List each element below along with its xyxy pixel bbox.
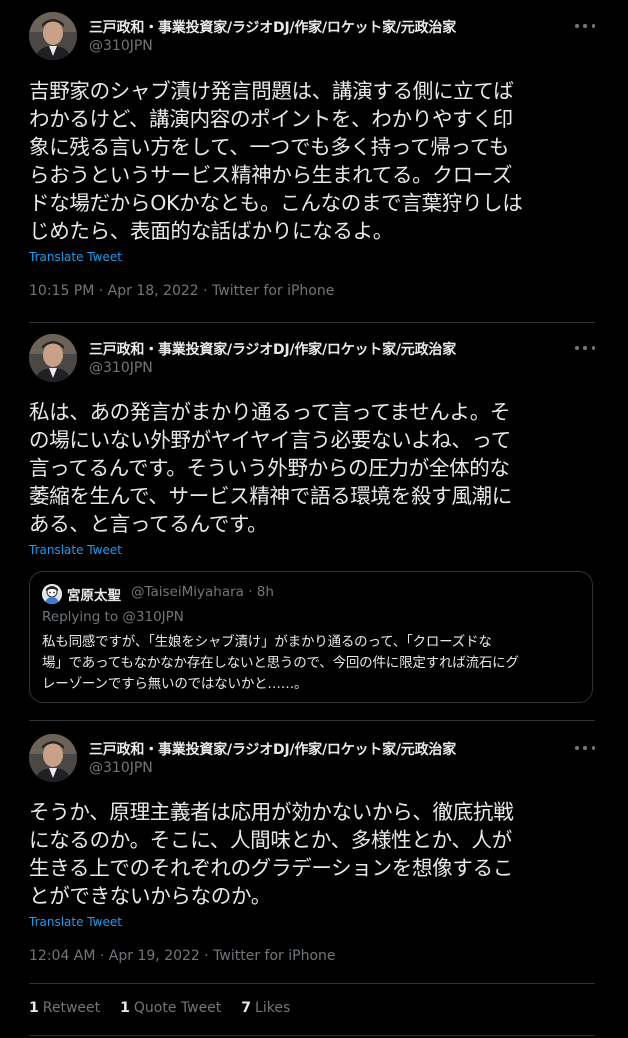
translate-tweet-link[interactable]: Translate Tweet bbox=[29, 543, 122, 557]
engagement-stats: 1 Retweet 1 Quote Tweet 7 Likes bbox=[29, 1000, 290, 1016]
avatar[interactable] bbox=[29, 12, 77, 60]
translate-tweet-link[interactable]: Translate Tweet bbox=[29, 915, 122, 929]
retweets-stat[interactable]: 1 Retweet bbox=[29, 1000, 100, 1016]
quote-author-name[interactable]: 宮原太聖 bbox=[67, 584, 121, 604]
more-icon[interactable] bbox=[574, 741, 596, 755]
author-name[interactable]: 三戸政和・事業投資家/ラジオDJ/作家/ロケット家/元政治家 bbox=[89, 339, 456, 359]
quote-author-avatar[interactable] bbox=[42, 584, 62, 604]
divider bbox=[29, 720, 595, 721]
tweet-text: 私は、あの発言がまかり通るって言ってませんよ。そ の場にいない外野がヤイヤイ言う… bbox=[29, 400, 512, 536]
retweets-count: 1 bbox=[29, 1000, 39, 1016]
author-name[interactable]: 三戸政和・事業投資家/ラジオDJ/作家/ロケット家/元政治家 bbox=[89, 739, 456, 759]
divider bbox=[29, 983, 595, 984]
quote-tweets-stat[interactable]: 1 Quote Tweet bbox=[120, 1000, 221, 1016]
author-handle[interactable]: @310JPN bbox=[89, 38, 153, 54]
avatar[interactable] bbox=[29, 334, 77, 382]
likes-label: Likes bbox=[255, 1000, 291, 1016]
quoted-tweet-card[interactable]: 宮原太聖 @TaiseiMiyahara · 8h Replying to @3… bbox=[29, 571, 593, 703]
tweet-timestamp[interactable]: 10:15 PM · Apr 18, 2022 · Twitter for iP… bbox=[29, 283, 334, 299]
translate-tweet-link[interactable]: Translate Tweet bbox=[29, 250, 122, 264]
author-handle[interactable]: @310JPN bbox=[89, 360, 153, 376]
likes-stat[interactable]: 7 Likes bbox=[241, 1000, 290, 1016]
divider bbox=[29, 322, 595, 323]
likes-count: 7 bbox=[241, 1000, 252, 1016]
tweet-text: 吉野家のシャブ漬け発言問題は、講演する側に立てば わかるけど、講演内容のポイント… bbox=[29, 79, 523, 243]
quotes-count: 1 bbox=[120, 1000, 130, 1016]
avatar[interactable] bbox=[29, 734, 77, 782]
quotes-label: Quote Tweet bbox=[133, 1000, 222, 1016]
quote-text: 私も同感ですが、「生娘をシャブ漬け」がまかり通るのって、「クローズドな 場」であ… bbox=[42, 634, 519, 692]
tweet-text: そうか、原理主義者は応用が効かないから、徹底抗戦 になるのか。そこに、人間味とか… bbox=[29, 800, 514, 908]
divider bbox=[29, 1035, 595, 1036]
more-icon[interactable] bbox=[574, 341, 596, 355]
more-icon[interactable] bbox=[574, 19, 596, 33]
quote-author-handle[interactable]: @TaiseiMiyahara · 8h bbox=[131, 584, 274, 600]
author-name[interactable]: 三戸政和・事業投資家/ラジオDJ/作家/ロケット家/元政治家 bbox=[89, 17, 456, 37]
tweet-timestamp[interactable]: 12:04 AM · Apr 19, 2022 · Twitter for iP… bbox=[29, 948, 336, 964]
quote-replying-to: Replying to @310JPN bbox=[42, 609, 184, 625]
author-handle[interactable]: @310JPN bbox=[89, 760, 153, 776]
retweets-label: Retweet bbox=[42, 1000, 101, 1016]
